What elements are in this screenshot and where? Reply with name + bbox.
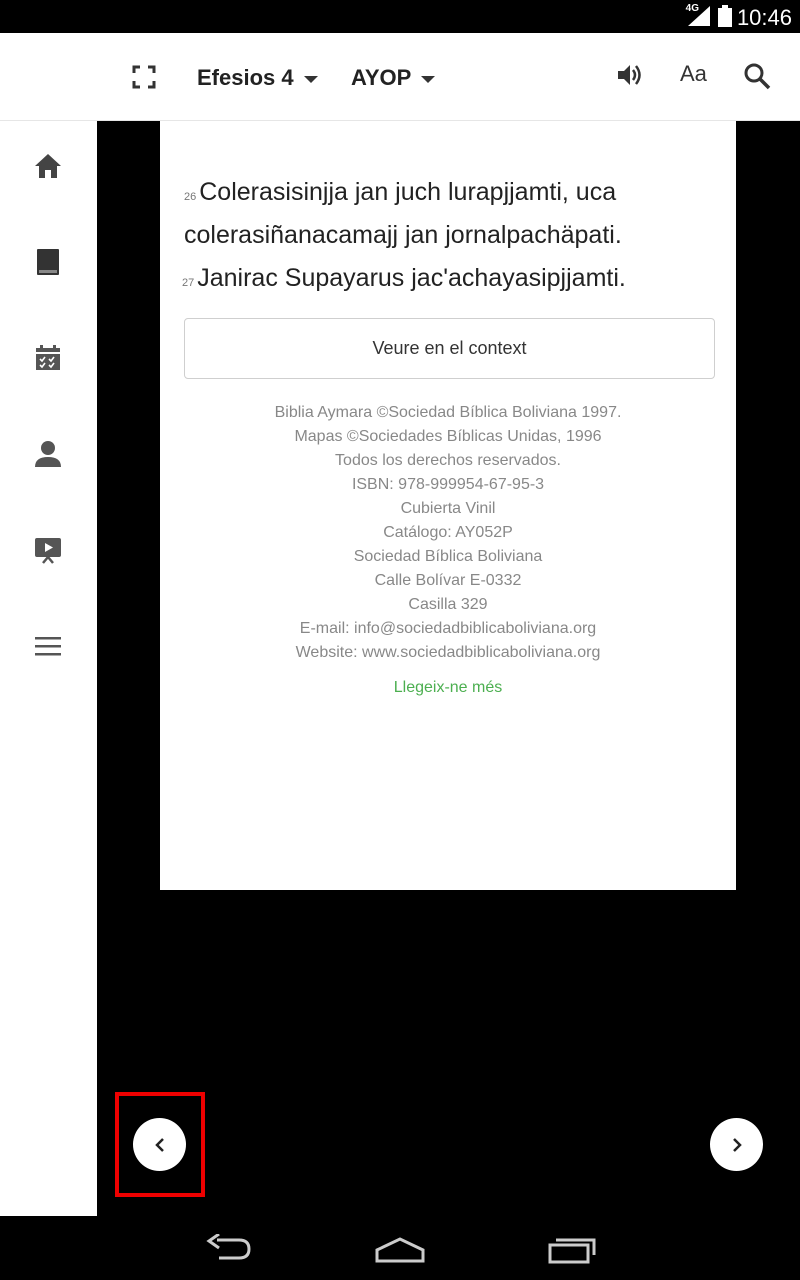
recents-icon[interactable] bbox=[547, 1236, 597, 1264]
volume-icon[interactable] bbox=[615, 61, 643, 89]
sidebar-item-bible[interactable] bbox=[30, 244, 66, 280]
copyright-line: Mapas ©Sociedades Bíblicas Unidas, 1996 bbox=[294, 428, 602, 445]
view-in-context-button[interactable]: Veure en el context bbox=[184, 318, 715, 379]
signal-icon bbox=[688, 6, 710, 26]
version-label: AYOP bbox=[351, 65, 412, 90]
copyright-line: Calle Bolívar E-0332 bbox=[374, 572, 522, 589]
chevron-down-icon bbox=[303, 75, 318, 83]
verse-26-continued[interactable]: colerasiñanacamajj jan jornalpachäpati. bbox=[184, 214, 622, 257]
sidebar-item-menu[interactable] bbox=[30, 628, 66, 664]
chevron-right-icon bbox=[732, 1137, 742, 1152]
verse-text: Janirac Supayarus jac'achayasipjjamti. bbox=[197, 264, 626, 292]
back-icon[interactable] bbox=[205, 1234, 253, 1262]
copyright-line: E-mail: info@sociedadbiblicaboliviana.or… bbox=[299, 620, 597, 637]
left-sidebar bbox=[0, 121, 97, 1216]
sidebar-item-home[interactable] bbox=[30, 148, 66, 184]
verse-text: colerasiñanacamajj jan jornalpachäpati. bbox=[184, 221, 622, 249]
book-chapter-label: Efesios 4 bbox=[197, 65, 294, 90]
fullscreen-icon[interactable] bbox=[130, 63, 158, 91]
copyright-line: Website: www.sociedadbiblicaboliviana.or… bbox=[295, 644, 601, 661]
verse-26[interactable]: 26 Colerasisinjja jan juch lurapjjamti, u… bbox=[184, 171, 616, 219]
copyright-line: Todos los derechos reservados. bbox=[335, 452, 561, 469]
verse-number: 26 bbox=[184, 191, 197, 203]
video-icon bbox=[35, 538, 61, 564]
copyright-line: Cubierta Vinil bbox=[400, 500, 496, 517]
copyright-line: Casilla 329 bbox=[408, 596, 488, 613]
version-selector[interactable]: AYOP bbox=[351, 65, 436, 91]
copyright-line: ISBN: 978-999954-67-95-3 bbox=[351, 476, 545, 493]
next-chapter-button[interactable] bbox=[710, 1118, 763, 1171]
read-more-link[interactable]: Llegeix-ne més bbox=[160, 679, 736, 697]
verse-number: 27 bbox=[182, 277, 195, 289]
home-icon[interactable] bbox=[374, 1236, 426, 1264]
menu-icon bbox=[35, 637, 61, 656]
battery-icon bbox=[718, 5, 732, 27]
search-icon[interactable] bbox=[742, 61, 772, 91]
top-toolbar: Efesios 4 AYOP Aa bbox=[0, 33, 800, 121]
sidebar-item-plans[interactable] bbox=[30, 340, 66, 376]
plan-icon bbox=[36, 345, 60, 370]
sidebar-item-videos[interactable] bbox=[30, 532, 66, 568]
copyright-line: Biblia Aymara ©Sociedad Bíblica Bolivian… bbox=[274, 404, 622, 421]
book-icon bbox=[37, 249, 59, 275]
verse-27[interactable]: 27 Janirac Supayarus jac'achayasipjjamti. bbox=[182, 257, 626, 305]
system-nav-bar bbox=[0, 1216, 800, 1280]
copyright-block: Biblia Aymara ©Sociedad Bíblica Bolivian… bbox=[160, 401, 736, 665]
person-icon bbox=[35, 441, 61, 467]
selection-highlight bbox=[115, 1092, 205, 1197]
verse-text: Colerasisinjja jan juch lurapjjamti, uca bbox=[199, 178, 617, 206]
status-bar: 4G 10:46 bbox=[0, 0, 800, 33]
book-chapter-selector[interactable]: Efesios 4 bbox=[197, 65, 318, 91]
verse-card: 26 Colerasisinjja jan juch lurapjjamti, u… bbox=[160, 121, 736, 890]
home-icon bbox=[35, 154, 61, 178]
copyright-line: Sociedad Bíblica Boliviana bbox=[353, 548, 543, 565]
font-size-button[interactable]: Aa bbox=[680, 61, 707, 87]
sidebar-item-profile[interactable] bbox=[30, 436, 66, 472]
app-root: 4G 10:46 Efesios 4 AYOP Aa 26 Colerasisi… bbox=[0, 0, 800, 1280]
chevron-down-icon bbox=[421, 75, 436, 83]
copyright-line: Catálogo: AY052P bbox=[383, 524, 513, 541]
status-time: 10:46 bbox=[736, 5, 792, 30]
